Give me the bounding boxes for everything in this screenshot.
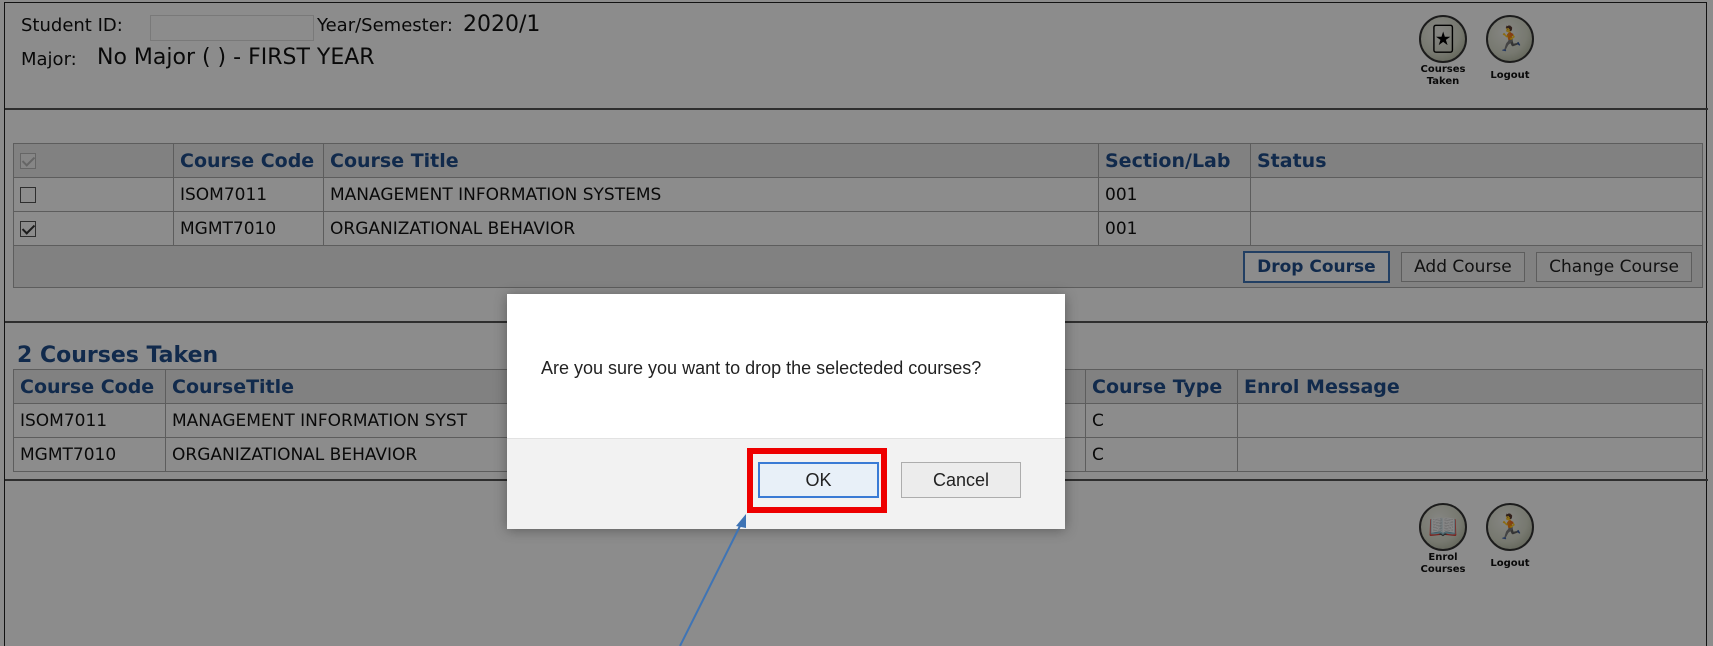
annotation-arrow [679,514,746,646]
